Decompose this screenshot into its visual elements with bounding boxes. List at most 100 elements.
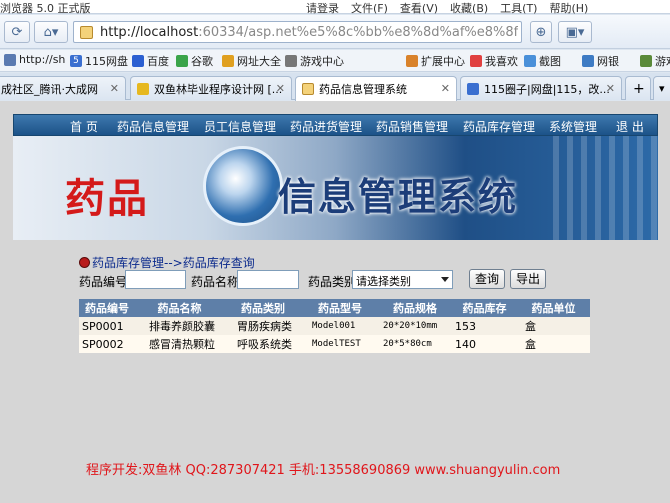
menu-staff-info[interactable]: 员工信息管理 — [204, 118, 276, 135]
menu-help[interactable]: 帮助(H) — [549, 0, 588, 16]
bookmark-label: 我喜欢 — [485, 55, 518, 68]
close-icon[interactable]: ✕ — [606, 82, 615, 95]
bookmark-icon — [4, 53, 16, 66]
bookmark-label: 115网盘 — [85, 55, 128, 68]
cloud-icon — [467, 82, 479, 95]
address-bar[interactable]: http://localhost:60334/asp.net%e5%8c%bb%… — [73, 21, 522, 43]
shield-icon: ⊕ — [535, 24, 547, 40]
bookmark-item[interactable]: http://sh — [4, 53, 65, 66]
inventory-table: 药品编号 药品名称 药品类别 药品型号 药品规格 药品库存 药品单位 SP000… — [79, 299, 590, 353]
col-header: 药品规格 — [378, 299, 452, 317]
banner-title-blue: 信息管理系统 — [278, 175, 519, 219]
menu-logout[interactable]: 退 出 — [616, 118, 644, 135]
bookmark-item[interactable]: 我喜欢 — [470, 53, 518, 69]
query-button[interactable]: 查询 — [469, 269, 506, 289]
menu-sales[interactable]: 药品销售管理 — [376, 118, 448, 135]
new-tab-button[interactable]: + — [625, 76, 651, 100]
site-favicon-icon — [80, 26, 93, 39]
cell-unit: 盒 — [517, 335, 590, 353]
cell-unit: 盒 — [517, 317, 590, 335]
menu-tools[interactable]: 工具(T) — [500, 0, 537, 16]
banner-building-graphic — [553, 136, 658, 240]
drug-type-select[interactable]: 请选择类别 — [352, 270, 453, 289]
menu-system[interactable]: 系统管理 — [549, 118, 597, 135]
login-link[interactable]: 请登录 — [306, 0, 339, 16]
col-header: 药品类别 — [224, 299, 302, 317]
close-icon[interactable]: ✕ — [276, 82, 285, 95]
bookmark-label: http://sh — [19, 53, 66, 66]
cell-spec: 20*5*80cm — [378, 335, 452, 353]
menu-purchase[interactable]: 药品进货管理 — [290, 118, 362, 135]
chevron-down-icon — [441, 277, 449, 282]
menu-home[interactable]: 首 页 — [70, 118, 98, 135]
gamepad-icon — [285, 55, 297, 67]
drug-code-label: 药品编号: — [79, 275, 132, 289]
drug-type-value: 请选择类别 — [356, 275, 411, 288]
bookmark-label: 网银 — [597, 55, 619, 68]
tab-label: 115圈子|网盘|115，改... — [484, 82, 610, 96]
table-row[interactable]: SP0002 感冒清热颗粒 呼吸系统类 ModelTEST 20*5*80cm … — [79, 335, 590, 353]
search-engine-icon: ▣▾ — [565, 24, 585, 40]
heart-icon — [470, 55, 482, 67]
bookmark-item[interactable]: 网银 — [582, 53, 619, 69]
table-row[interactable]: SP0001 排毒养颜胶囊 胃肠疾病类 Model001 20*20*10mm … — [79, 317, 590, 335]
bookmarks-bar: http://sh 5 115网盘 百度 谷歌 网址大全 游戏中心 扩展中心 我喜… — [0, 50, 670, 72]
bookmark-item[interactable]: 谷歌 — [176, 53, 213, 69]
bookmark-item[interactable]: 截图 — [524, 53, 561, 69]
site-banner: 药品 信息管理系统 — [13, 136, 658, 240]
bookmark-item[interactable]: 百度 — [132, 53, 169, 69]
menu-view[interactable]: 查看(V) — [400, 0, 438, 16]
paw-icon — [132, 55, 144, 67]
chevron-down-icon: ▾ — [659, 82, 665, 95]
bookmark-label: 百度 — [147, 55, 169, 68]
breadcrumb-icon — [79, 257, 90, 268]
site-favicon-icon — [302, 83, 314, 95]
tab-strip: 成社区_腾讯·大成网 ✕ 双鱼林毕业程序设计网 [... ✕ 药品信息管理系统 ✕ 1… — [0, 73, 670, 101]
tab-2[interactable]: 双鱼林毕业程序设计网 [... ✕ — [130, 76, 292, 100]
banner-title-red: 药品 — [65, 176, 149, 222]
bookmark-label: 游戏 — [655, 55, 670, 68]
tab-4[interactable]: 115圈子|网盘|115，改... ✕ — [460, 76, 622, 100]
menu-inventory[interactable]: 药品库存管理 — [463, 118, 535, 135]
address-url[interactable]: http://localhost:60334/asp.net%e5%8c%bb%… — [100, 25, 518, 40]
menu-file[interactable]: 文件(F) — [351, 0, 388, 16]
col-header: 药品编号 — [79, 299, 135, 317]
bank-icon — [582, 55, 594, 67]
puzzle-icon — [406, 55, 418, 67]
tab-1[interactable]: 成社区_腾讯·大成网 ✕ — [0, 76, 126, 100]
drug-name-input[interactable] — [237, 270, 299, 289]
security-button[interactable]: ⊕ — [530, 21, 552, 43]
close-icon[interactable]: ✕ — [110, 82, 119, 95]
bookmark-icon: 5 — [70, 55, 82, 67]
drug-code-input[interactable] — [125, 270, 186, 289]
cell-code: SP0001 — [79, 317, 135, 335]
bookmark-item[interactable]: 游戏 — [640, 53, 670, 69]
bookmark-item[interactable]: 游戏中心 — [285, 53, 344, 69]
cell-spec: 20*20*10mm — [378, 317, 452, 335]
bookmark-item[interactable]: 网址大全 — [222, 53, 281, 69]
cell-model: Model001 — [302, 317, 378, 335]
export-button[interactable]: 导出 — [510, 269, 547, 289]
menu-favorites[interactable]: 收藏(B) — [450, 0, 488, 16]
refresh-button[interactable]: ⟳ — [4, 21, 30, 43]
col-header: 药品名称 — [135, 299, 224, 317]
banner-logo-graphic — [203, 146, 283, 226]
menu-drug-info[interactable]: 药品信息管理 — [117, 118, 189, 135]
site-footer: 程序开发:双鱼林 QQ:287307421 手机:13558690869 www… — [86, 463, 561, 478]
bookmark-item[interactable]: 扩展中心 — [406, 53, 465, 69]
tab-label: 药品信息管理系统 — [319, 83, 407, 96]
tab-3[interactable]: 药品信息管理系统 ✕ — [295, 76, 457, 101]
plus-icon: + — [633, 80, 645, 97]
search-engine-button[interactable]: ▣▾ — [558, 21, 592, 43]
home-button[interactable]: ⌂▾ — [34, 21, 68, 43]
cell-code: SP0002 — [79, 335, 135, 353]
cell-type: 胃肠疾病类 — [224, 317, 302, 335]
bookmark-label: 扩展中心 — [421, 55, 465, 68]
table-header-row: 药品编号 药品名称 药品类别 药品型号 药品规格 药品库存 药品单位 — [79, 299, 590, 317]
close-icon[interactable]: ✕ — [441, 82, 450, 95]
site-menu: 首 页 药品信息管理 员工信息管理 药品进货管理 药品销售管理 药品库存管理 系… — [13, 114, 658, 136]
bookmark-item[interactable]: 5 115网盘 — [70, 53, 128, 69]
cell-stock: 153 — [452, 317, 517, 335]
title-bar: 浏览器 5.0 正式版 请登录 文件(F) 查看(V) 收藏(B) 工具(T) … — [0, 0, 670, 16]
tab-list-button[interactable]: ▾ — [653, 76, 670, 100]
